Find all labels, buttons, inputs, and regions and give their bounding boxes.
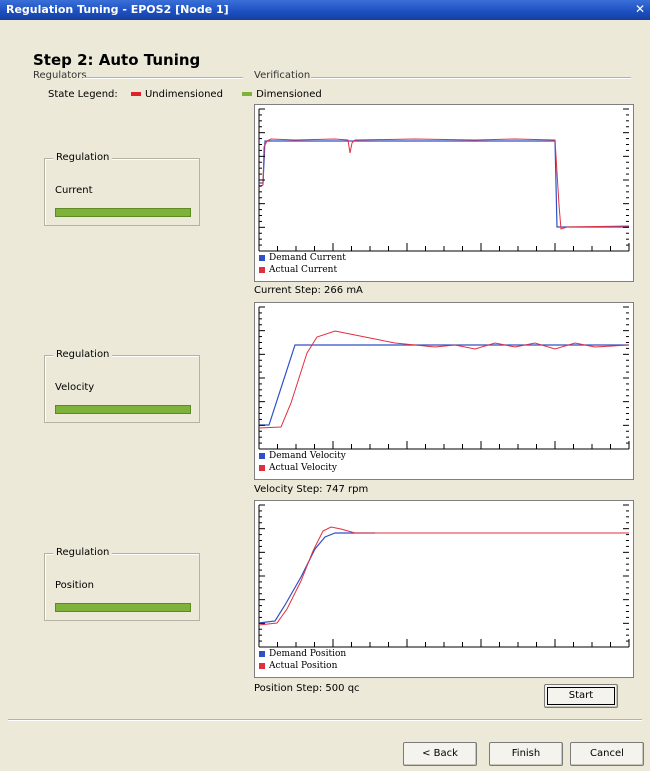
divider (83, 77, 243, 79)
demand-velocity-line (259, 344, 629, 426)
current-plot: Demand Current Actual Current (254, 104, 634, 282)
demand-label: Demand Position (269, 649, 347, 659)
window-title: Regulation Tuning - EPOS2 [Node 1] (6, 3, 229, 16)
red-square-icon (259, 662, 265, 669)
legend-dimensioned: Dimensioned (242, 89, 322, 100)
red-square-icon (259, 464, 265, 471)
title-bar: Regulation Tuning - EPOS2 [Node 1] ✕ (0, 0, 650, 20)
state-bar (55, 208, 191, 217)
group-label: Regulation (53, 152, 113, 163)
actual-label: Actual Velocity (269, 463, 337, 473)
red-square-icon (259, 266, 265, 273)
section-verification: Verification (254, 70, 311, 81)
blue-square-icon (259, 650, 265, 657)
state-legend: State Legend: Undimensioned Dimensioned (48, 89, 322, 100)
actual-position-line (258, 526, 629, 626)
blue-square-icon (259, 254, 265, 261)
section-regulators: Regulators (33, 70, 87, 81)
velocity-step-caption: Velocity Step: 747 rpm (254, 484, 369, 495)
finish-button[interactable]: Finish (489, 742, 563, 766)
demand-label: Demand Velocity (269, 451, 346, 461)
footer-divider (8, 719, 642, 721)
start-button[interactable]: Start (544, 684, 618, 708)
regulation-velocity-group: Regulation Velocity (44, 349, 200, 423)
velocity-plot-legend: Demand Velocity Actual Velocity (259, 451, 346, 473)
legend-undimensioned-label: Undimensioned (144, 89, 223, 100)
actual-label: Actual Current (269, 265, 338, 275)
current-plot-legend: Demand Current Actual Current (259, 253, 346, 275)
divider (311, 77, 631, 79)
state-bar (55, 405, 191, 414)
position-plot-legend: Demand Position Actual Position (259, 649, 346, 671)
back-button[interactable]: < Back (403, 742, 477, 766)
demand-label: Demand Current (269, 253, 346, 263)
group-label: Regulation (53, 349, 113, 360)
regulator-name: Velocity (55, 382, 95, 393)
position-step-caption: Position Step: 500 qc (254, 683, 360, 694)
legend-dimensioned-label: Dimensioned (256, 89, 322, 100)
position-plot: Demand Position Actual Position (254, 500, 634, 678)
red-swatch-icon (130, 92, 141, 96)
demand-current-line (259, 140, 629, 228)
legend-undimensioned: Undimensioned (130, 89, 226, 100)
demand-position-line (258, 532, 375, 624)
regulation-position-group: Regulation Position (44, 547, 200, 621)
actual-label: Actual Position (269, 661, 338, 671)
cancel-button[interactable]: Cancel (570, 742, 644, 766)
regulator-name: Current (55, 185, 93, 196)
actual-current-line (258, 138, 630, 230)
current-step-caption: Current Step: 266 mA (254, 285, 363, 296)
group-label: Regulation (53, 547, 113, 558)
step-title: Step 2: Auto Tuning (33, 51, 201, 69)
green-swatch-icon (242, 92, 253, 96)
regulation-current-group: Regulation Current (44, 152, 200, 226)
regulator-name: Position (55, 580, 94, 591)
blue-square-icon (259, 452, 265, 459)
close-icon[interactable]: ✕ (632, 1, 648, 17)
state-bar (55, 603, 191, 612)
velocity-plot: Demand Velocity Actual Velocity (254, 302, 634, 480)
state-legend-label: State Legend: (48, 89, 118, 100)
